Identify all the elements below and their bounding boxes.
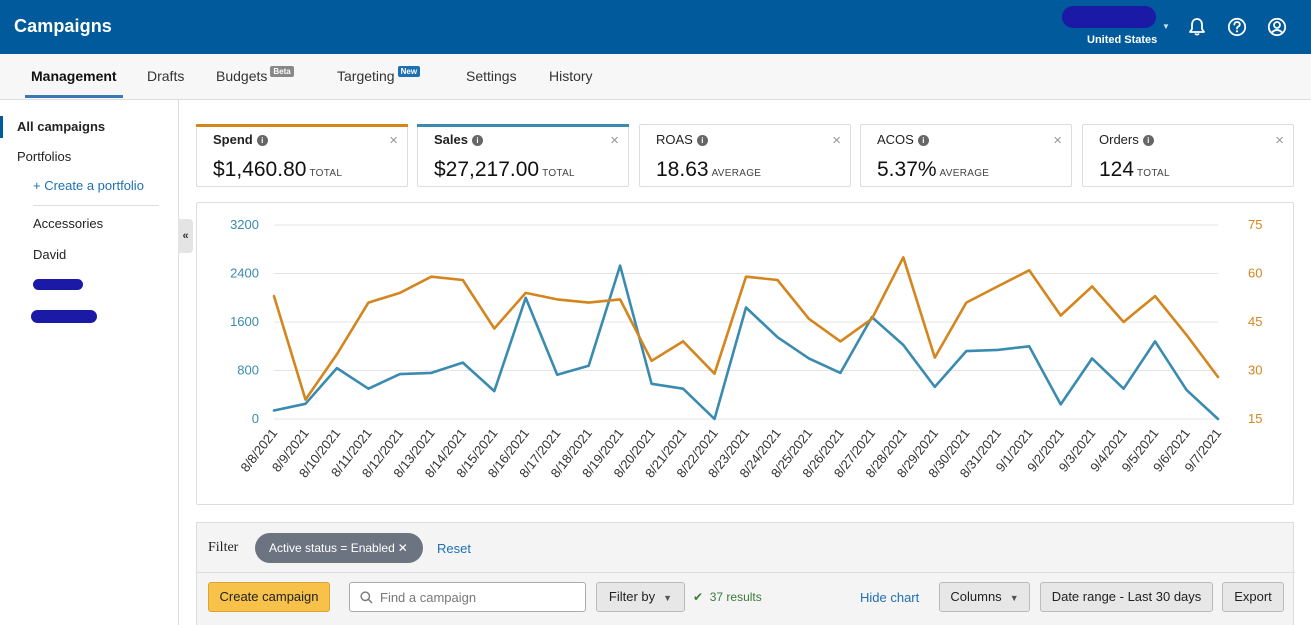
account-country: United States xyxy=(1087,34,1158,46)
chevron-down-icon: ▼ xyxy=(1009,593,1019,603)
sidebar-divider xyxy=(33,205,159,206)
close-icon[interactable]: × xyxy=(610,132,619,149)
close-icon[interactable]: × xyxy=(832,132,841,149)
metric-value: 18.63 AVERAGE xyxy=(656,158,762,181)
user-profile-icon[interactable] xyxy=(1267,17,1287,37)
help-icon[interactable] xyxy=(1227,17,1247,37)
y-right-tick-label: 15 xyxy=(1248,411,1262,426)
search-box xyxy=(349,582,586,612)
y-left-tick-label: 1600 xyxy=(230,314,259,329)
redacted-account-name xyxy=(1062,6,1156,28)
top-bar: Campaigns United States ▼ xyxy=(0,0,1311,54)
metric-value: $27,217.00 TOTAL xyxy=(434,158,575,181)
account-selector[interactable]: United States ▼ xyxy=(1062,6,1172,46)
tab-history[interactable]: History xyxy=(549,68,593,84)
export-button[interactable]: Export xyxy=(1222,582,1284,612)
results-count: ✔ 37 results xyxy=(693,590,762,604)
info-icon[interactable]: i xyxy=(696,135,708,146)
metric-card-roas[interactable]: ROAS i 18.63 AVERAGE × xyxy=(639,124,851,187)
series-line xyxy=(272,255,1220,401)
metric-card-orders[interactable]: Orders i 124 TOTAL × xyxy=(1082,124,1294,187)
active-tab-indicator xyxy=(25,95,123,98)
create-portfolio-link[interactable]: + Create a portfolio xyxy=(33,178,144,193)
metric-label: ACOS i xyxy=(877,132,929,147)
check-icon: ✔ xyxy=(693,590,704,604)
bell-icon[interactable] xyxy=(1187,17,1207,37)
metric-card-sales[interactable]: Sales i $27,217.00 TOTAL × xyxy=(417,124,629,187)
y-right-tick-label: 30 xyxy=(1248,363,1262,378)
metric-value: 5.37% AVERAGE xyxy=(877,158,990,181)
metric-value: $1,460.80 TOTAL xyxy=(213,158,343,181)
y-left-tick-label: 3200 xyxy=(230,217,259,232)
info-icon[interactable]: i xyxy=(471,135,483,146)
close-icon[interactable]: ✕ xyxy=(398,541,408,555)
tab-drafts[interactable]: Drafts xyxy=(147,68,184,84)
campaign-filter-toolbar: Filter Active status = Enabled ✕ Reset Cr… xyxy=(196,522,1295,625)
sidebar-active-indicator xyxy=(0,116,3,138)
metric-label: ROAS i xyxy=(656,132,708,147)
metric-card-acos[interactable]: ACOS i 5.37% AVERAGE × xyxy=(860,124,1072,187)
y-left-tick-label: 2400 xyxy=(230,266,259,281)
metric-label: Sales i xyxy=(434,132,483,147)
filter-by-dropdown[interactable]: Filter by ▼ xyxy=(596,582,685,612)
hide-chart-link[interactable]: Hide chart xyxy=(860,590,919,605)
y-left-tick-label: 800 xyxy=(237,363,259,378)
close-icon[interactable]: × xyxy=(1275,132,1284,149)
collapse-sidebar-icon[interactable]: « xyxy=(178,219,193,253)
filter-label: Filter xyxy=(208,540,239,555)
metric-label: Spend i xyxy=(213,132,268,147)
info-icon[interactable]: i xyxy=(1142,135,1154,146)
tab-management[interactable]: Management xyxy=(31,68,117,84)
y-right-tick-label: 75 xyxy=(1248,217,1262,232)
y-right-tick-label: 45 xyxy=(1248,314,1262,329)
sidebar-item-portfolios[interactable]: Portfolios xyxy=(17,149,71,164)
create-campaign-button[interactable]: Create campaign xyxy=(208,582,330,612)
sidebar: All campaigns Portfolios + Create a port… xyxy=(0,100,179,625)
chevron-down-icon: ▼ xyxy=(663,593,673,603)
y-right-tick-label: 60 xyxy=(1248,266,1262,281)
info-icon[interactable]: i xyxy=(256,135,268,146)
toolbar-divider xyxy=(197,572,1295,573)
beta-badge: Beta xyxy=(270,66,294,77)
tab-budgets[interactable]: Budgets Beta xyxy=(216,66,294,84)
close-icon[interactable]: × xyxy=(1053,132,1062,149)
redacted-portfolio-name[interactable] xyxy=(31,310,97,323)
metric-label: Orders i xyxy=(1099,132,1154,147)
tab-settings[interactable]: Settings xyxy=(466,68,517,84)
chevron-down-icon: ▼ xyxy=(1162,22,1170,31)
date-range-button[interactable]: Date range - Last 30 days xyxy=(1040,582,1213,612)
series-line xyxy=(272,264,1220,421)
sidebar-item-accessories[interactable]: Accessories xyxy=(33,216,103,231)
metric-color-bar xyxy=(417,124,629,127)
redacted-portfolio-name[interactable] xyxy=(33,279,83,290)
reset-filters-link[interactable]: Reset xyxy=(437,541,471,556)
nav-tabs: Management Drafts Budgets Beta Targeting N… xyxy=(0,54,1311,100)
line-chart-svg: 080016002400320015304560758/8/20218/9/20… xyxy=(230,217,1262,480)
metric-value: 124 TOTAL xyxy=(1099,158,1170,181)
search-input[interactable] xyxy=(380,588,580,606)
app-title: Campaigns xyxy=(14,16,112,36)
sidebar-item-david[interactable]: David xyxy=(33,247,66,262)
columns-dropdown[interactable]: Columns ▼ xyxy=(939,582,1030,612)
y-left-tick-label: 0 xyxy=(252,411,259,426)
search-icon xyxy=(360,591,373,604)
sidebar-item-all-campaigns[interactable]: All campaigns xyxy=(17,119,105,134)
close-icon[interactable]: × xyxy=(389,132,398,149)
info-icon[interactable]: i xyxy=(917,135,929,146)
new-badge: New xyxy=(397,66,421,77)
metric-color-bar xyxy=(196,124,408,127)
tab-targeting[interactable]: Targeting New xyxy=(337,66,421,84)
filter-chip-active-status[interactable]: Active status = Enabled ✕ xyxy=(255,533,423,563)
metric-card-spend[interactable]: Spend i $1,460.80 TOTAL × xyxy=(196,124,408,187)
performance-chart: 0 800 1600 2400 3200 15 30 45 60 75 8/8/2021 8/9/20… xyxy=(196,202,1294,505)
